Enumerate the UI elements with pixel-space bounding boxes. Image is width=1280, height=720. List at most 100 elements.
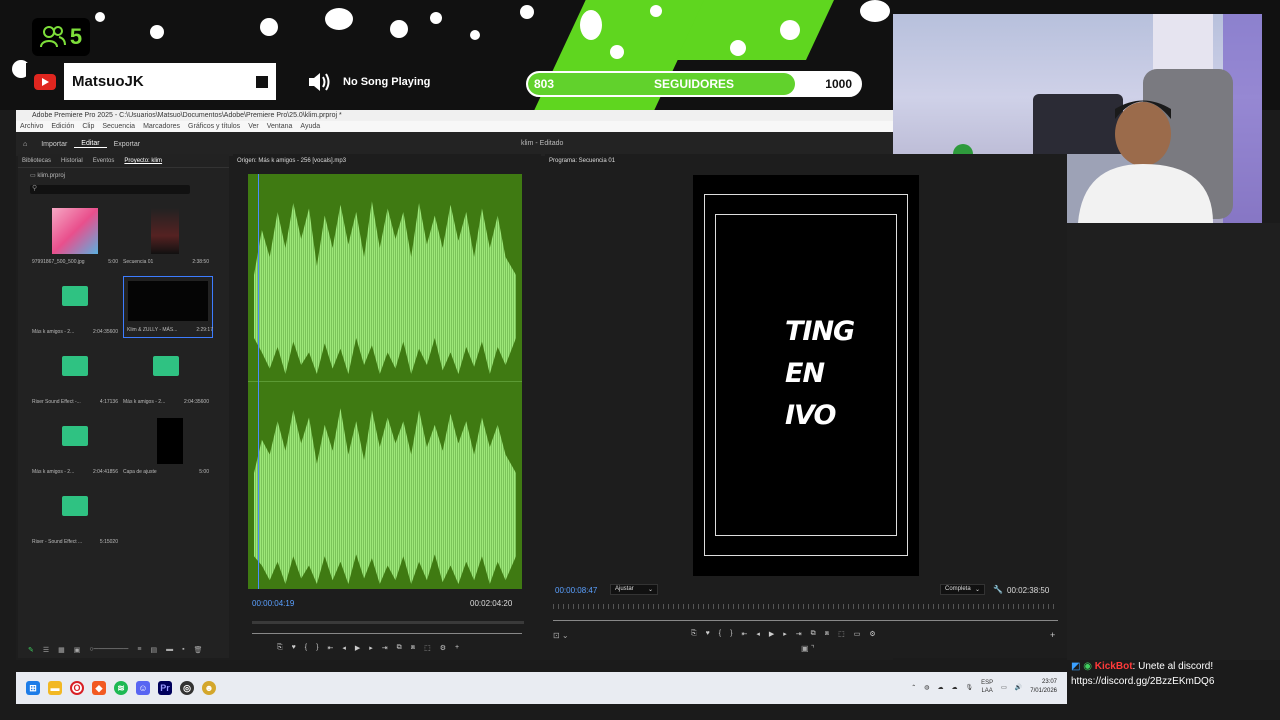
- tab-editar[interactable]: Editar: [74, 140, 107, 148]
- step-back-icon[interactable]: ◂: [756, 630, 760, 638]
- project-item-selected[interactable]: Klim & ZULLY - MÁS... 2:29:17: [123, 276, 213, 338]
- brave-icon[interactable]: ◆: [92, 681, 106, 695]
- lift-clip-icon[interactable]: ⧉: [811, 630, 816, 638]
- project-item[interactable]: Más k amigos - 2... 2:04:41856: [32, 418, 118, 484]
- file-explorer-icon[interactable]: ▬: [48, 681, 62, 695]
- mark-in-bracket-icon[interactable]: {: [305, 644, 307, 652]
- export-frame-icon[interactable]: ⬚: [838, 630, 845, 638]
- go-to-out-icon[interactable]: ⇥: [382, 644, 388, 652]
- source-scrollbar[interactable]: [252, 633, 522, 634]
- tab-historial[interactable]: Historial: [61, 158, 83, 164]
- tab-importar[interactable]: Importar: [34, 141, 74, 148]
- source-monitor-title: Origen: Más k amigos - 256 [vocals].mp3: [237, 158, 347, 164]
- playhead[interactable]: [258, 174, 259, 589]
- zoom-fit-select[interactable]: Ajustar ⌄: [610, 584, 658, 595]
- extract-icon[interactable]: ⧈: [825, 630, 829, 638]
- freeform-view-icon[interactable]: ▣: [74, 646, 81, 654]
- comparison-view-icon[interactable]: ▭: [854, 630, 861, 638]
- zoom-slider[interactable]: ○───────: [89, 646, 128, 654]
- add-marker-icon[interactable]: ♥: [292, 644, 296, 652]
- tray-app-icon[interactable]: ☁: [952, 684, 958, 691]
- list-view-icon[interactable]: ☰: [43, 646, 49, 654]
- new-item-icon[interactable]: ▪: [182, 646, 184, 654]
- program-video-frame[interactable]: TING EN IVO: [693, 175, 919, 576]
- lift-icon[interactable]: ⎘: [691, 630, 697, 638]
- step-forward-icon[interactable]: ▸: [783, 630, 787, 638]
- home-icon[interactable]: ⌂: [16, 141, 34, 148]
- project-item[interactable]: Riser - Sound Effect ... 5:15020: [32, 488, 118, 554]
- network-icon[interactable]: ▭: [1001, 684, 1007, 691]
- tab-proyecto[interactable]: Proyecto: klim: [124, 158, 162, 164]
- add-button-icon[interactable]: +: [1050, 630, 1055, 640]
- add-button-icon[interactable]: +: [455, 644, 459, 652]
- menu-item-edicion[interactable]: Edición: [51, 121, 74, 132]
- menu-item-archivo[interactable]: Archivo: [20, 121, 43, 132]
- language-indicator[interactable]: ESP LAA: [981, 679, 993, 695]
- trash-icon[interactable]: 🗑: [194, 646, 203, 654]
- insert-icon[interactable]: ⧉: [397, 644, 402, 652]
- source-time-ruler[interactable]: [252, 621, 524, 624]
- source-timecode-current[interactable]: 00:00:04:19: [252, 599, 294, 608]
- safe-margins-icon[interactable]: ⊡ ⌄: [553, 631, 569, 640]
- go-to-in-icon[interactable]: ⇤: [741, 630, 747, 638]
- go-to-in-icon[interactable]: ⇤: [327, 644, 333, 652]
- spotify-icon[interactable]: ≋: [114, 681, 128, 695]
- menu-item-ventana[interactable]: Ventana: [267, 121, 293, 132]
- step-forward-icon[interactable]: ▸: [369, 644, 373, 652]
- volume-icon[interactable]: 🔊: [1015, 684, 1022, 691]
- obs-icon[interactable]: ◎: [180, 681, 194, 695]
- settings-icon[interactable]: ⚙: [440, 644, 446, 652]
- play-icon[interactable]: ▶: [355, 644, 360, 652]
- grid-view-icon[interactable]: ▦: [58, 646, 65, 654]
- menu-item-clip[interactable]: Clip: [82, 121, 94, 132]
- premiere-icon[interactable]: Pr: [158, 681, 172, 695]
- pencil-icon[interactable]: ✎: [28, 646, 34, 654]
- mark-in-icon[interactable]: ⎘: [277, 644, 283, 652]
- automate-icon[interactable]: ▤: [150, 646, 157, 654]
- mark-out-bracket-icon[interactable]: }: [730, 630, 732, 638]
- opera-icon[interactable]: O: [70, 681, 84, 695]
- windows-start-icon[interactable]: ⊞: [26, 681, 40, 695]
- sort-icon[interactable]: ≡: [137, 646, 141, 654]
- menu-item-secuencia[interactable]: Secuencia: [102, 121, 135, 132]
- tab-exportar[interactable]: Exportar: [107, 141, 147, 148]
- program-time-ruler[interactable]: [553, 604, 1058, 609]
- discord-icon[interactable]: ☺: [136, 681, 150, 695]
- chat-link[interactable]: https://discord.gg/2BzzEKmDQ6: [1071, 676, 1214, 687]
- mark-out-bracket-icon[interactable]: }: [316, 644, 318, 652]
- new-bin-icon[interactable]: ▬: [166, 646, 173, 654]
- add-marker-icon[interactable]: ♥: [706, 630, 710, 638]
- tray-app-icon[interactable]: ◍: [924, 684, 929, 691]
- audio-waveform[interactable]: [248, 174, 522, 589]
- step-back-icon[interactable]: ◂: [342, 644, 346, 652]
- menu-item-graficos[interactable]: Gráficos y títulos: [188, 121, 240, 132]
- chevron-up-icon[interactable]: ⌃: [911, 684, 916, 691]
- project-item[interactable]: Riser Sound Effect -... 4:17136: [32, 348, 118, 414]
- go-to-out-icon[interactable]: ⇥: [796, 630, 802, 638]
- search-input[interactable]: ⚲: [30, 185, 190, 194]
- project-item[interactable]: Más k amigos - 2... 2:04:35600: [32, 278, 118, 344]
- vr-video-icon[interactable]: ▣ ⌝: [801, 644, 815, 653]
- project-item[interactable]: Secuencia 01 2:38:50: [123, 208, 209, 274]
- wrench-icon[interactable]: 🔧: [993, 585, 1003, 594]
- project-item[interactable]: 97991867_500_500.jpg 5:00: [32, 208, 118, 274]
- tray-app-icon[interactable]: ☁: [938, 684, 944, 691]
- clock[interactable]: 23:07 7/01/2026: [1030, 678, 1057, 696]
- tab-eventos[interactable]: Eventos: [93, 158, 115, 164]
- export-frame-icon[interactable]: ⬚: [424, 644, 431, 652]
- app-icon[interactable]: ☻: [202, 681, 216, 695]
- project-item[interactable]: Capa de ajuste 5:00: [123, 418, 209, 484]
- tab-bibliotecas[interactable]: Bibliotecas: [22, 158, 51, 164]
- microphone-icon[interactable]: 🎙: [966, 684, 974, 691]
- overwrite-icon[interactable]: ⧈: [411, 644, 415, 652]
- settings-icon[interactable]: ⚙: [869, 630, 875, 638]
- menu-item-ayuda[interactable]: Ayuda: [300, 121, 320, 132]
- menu-item-ver[interactable]: Ver: [248, 121, 259, 132]
- project-item[interactable]: Más k amigos - 2... 2:04:35600: [123, 348, 209, 414]
- mark-in-bracket-icon[interactable]: {: [719, 630, 721, 638]
- menu-item-marcadores[interactable]: Marcadores: [143, 121, 180, 132]
- play-icon[interactable]: ▶: [769, 630, 774, 638]
- program-timecode-current[interactable]: 00:00:08:47: [555, 586, 597, 595]
- playback-resolution-select[interactable]: Completa ⌄: [940, 584, 985, 595]
- program-scrollbar[interactable]: [553, 620, 1058, 621]
